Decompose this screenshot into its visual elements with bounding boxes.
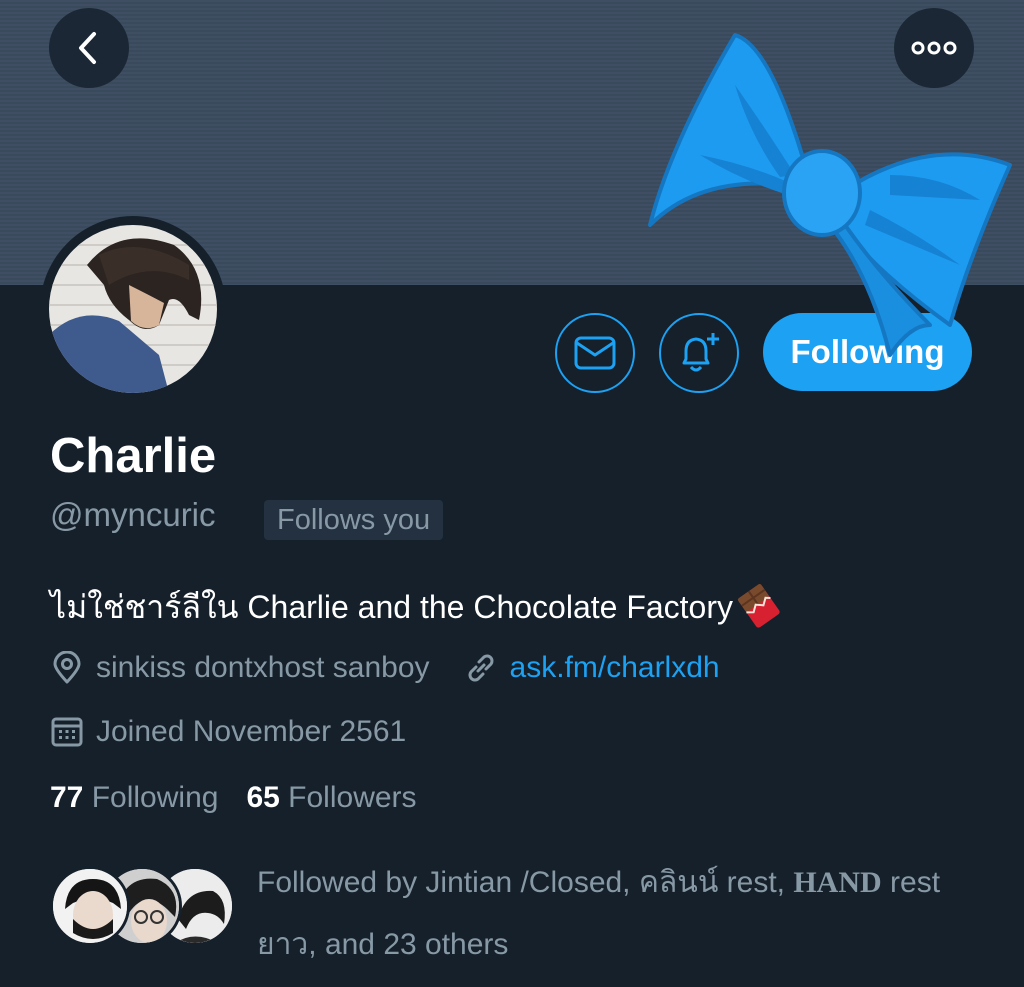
location-text: sinkiss dontxhost sanboy	[96, 651, 430, 684]
calendar-icon	[50, 715, 84, 749]
profile-link[interactable]: ask.fm/charlxdh	[510, 651, 720, 685]
following-stat-label: Following	[91, 781, 219, 814]
followers-stat-label: Followers	[288, 781, 417, 814]
bio-text: ไม่ใช่ชาร์ลีใน Charlie and the Chocolate…	[50, 589, 733, 625]
display-name: Charlie	[50, 429, 217, 483]
following-stat[interactable]: 77 Following	[50, 781, 218, 815]
joined-text: Joined November 2561	[96, 715, 407, 748]
joined-row: Joined November 2561	[50, 712, 406, 752]
back-button[interactable]	[49, 8, 129, 88]
location-pin-icon	[50, 651, 84, 685]
more-options-button[interactable]	[894, 8, 974, 88]
notifications-button[interactable]	[659, 313, 739, 393]
followed-by-hand: HAND	[793, 866, 882, 899]
followed-by-prefix: Followed by Jintian /Closed, คลินน์ rest…	[257, 866, 794, 899]
link-icon	[464, 651, 498, 685]
message-button[interactable]	[555, 313, 635, 393]
more-icon	[911, 41, 957, 55]
follow-stats: 77 Following 65 Followers	[50, 781, 445, 815]
followed-by-text[interactable]: Followed by Jintian /Closed, คลินน์ rest…	[257, 852, 977, 976]
avatar[interactable]	[49, 225, 217, 393]
following-button[interactable]: Following	[763, 313, 972, 391]
bio: ไม่ใช่ชาร์ลีใน Charlie and the Chocolate…	[50, 582, 781, 636]
follows-you-label: Follows you	[277, 503, 431, 536]
chocolate-icon	[737, 583, 781, 636]
follower-avatar-1	[50, 866, 130, 946]
bell-plus-icon	[682, 333, 719, 372]
back-arrow-icon	[79, 32, 96, 64]
followers-count: 65	[246, 781, 280, 814]
follows-you-badge: Follows you	[264, 500, 444, 540]
followed-by-avatars[interactable]	[50, 866, 235, 946]
location-row: sinkiss dontxhost sanboy ask.fm/charlxdh	[50, 648, 720, 688]
following-count: 77	[50, 781, 84, 814]
avatar-photo	[49, 225, 217, 393]
envelope-icon	[574, 336, 616, 370]
followers-stat[interactable]: 65 Followers	[246, 781, 416, 815]
username: @myncuric	[50, 496, 216, 533]
